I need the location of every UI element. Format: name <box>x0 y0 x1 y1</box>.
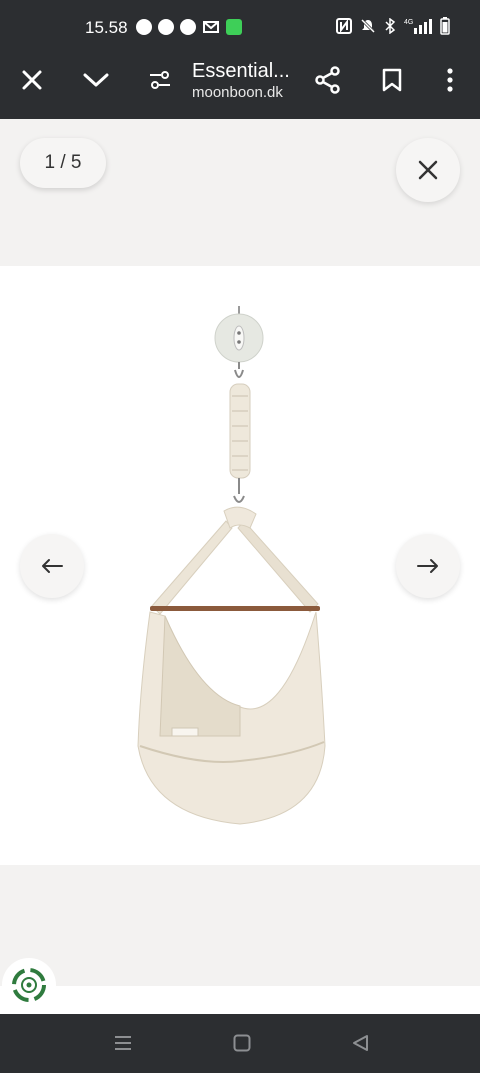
network-label: 4G <box>404 19 413 26</box>
notification-icons <box>136 19 242 40</box>
page-settings-icon <box>150 71 170 89</box>
image-counter: 1 / 5 <box>20 138 106 188</box>
more-vertical-icon <box>447 68 453 92</box>
recent-apps-icon <box>115 1036 131 1050</box>
signal-icon: 4G <box>404 17 432 40</box>
home-icon <box>233 1034 251 1052</box>
page-info[interactable]: Essential... moonboon.dk <box>192 59 302 102</box>
image-gallery: 1 / 5 <box>0 119 480 1014</box>
more-options-button[interactable] <box>426 56 474 104</box>
close-tab-button[interactable] <box>8 56 56 104</box>
share-icon <box>315 66 340 94</box>
arrow-right-icon <box>417 559 438 573</box>
bookmark-icon <box>382 68 402 92</box>
page-footer-strip <box>0 986 480 1014</box>
next-image-button[interactable] <box>396 534 460 598</box>
home-button[interactable] <box>225 1028 259 1058</box>
rotating-leaf-badge-icon <box>12 968 46 1002</box>
system-icons: 4G <box>336 17 450 40</box>
chevron-down-icon <box>83 73 109 87</box>
page-domain: moonboon.dk <box>192 84 283 101</box>
eco-badge-button[interactable] <box>2 958 56 1012</box>
status-time: 15.58 <box>85 18 128 37</box>
status-bar: 15.58 4G <box>0 0 480 56</box>
bluetooth-icon <box>384 17 396 39</box>
facebook-icon <box>136 19 152 35</box>
gmail-icon <box>202 19 220 40</box>
previous-image-button[interactable] <box>20 534 84 598</box>
page-settings-button[interactable] <box>136 56 184 104</box>
image-counter-label: 1 / 5 <box>44 152 82 173</box>
browser-toolbar: Essential... moonboon.dk <box>0 56 480 119</box>
arrow-left-icon <box>42 559 63 573</box>
android-app-icon <box>226 19 242 35</box>
minimize-button[interactable] <box>72 56 120 104</box>
close-icon <box>418 160 438 180</box>
recent-apps-button[interactable] <box>106 1028 140 1058</box>
battery-icon <box>440 17 450 40</box>
facebook-icon <box>158 19 174 35</box>
page-title: Essential... <box>192 60 290 82</box>
close-icon <box>22 70 42 90</box>
share-button[interactable] <box>304 56 352 104</box>
mute-icon <box>360 18 376 39</box>
back-icon <box>353 1035 368 1051</box>
close-gallery-button[interactable] <box>396 138 460 202</box>
bookmark-button[interactable] <box>368 56 416 104</box>
nfc-icon <box>336 18 352 39</box>
system-navigation-bar <box>0 1014 480 1073</box>
back-button[interactable] <box>343 1028 377 1058</box>
messenger-icon <box>180 19 196 35</box>
